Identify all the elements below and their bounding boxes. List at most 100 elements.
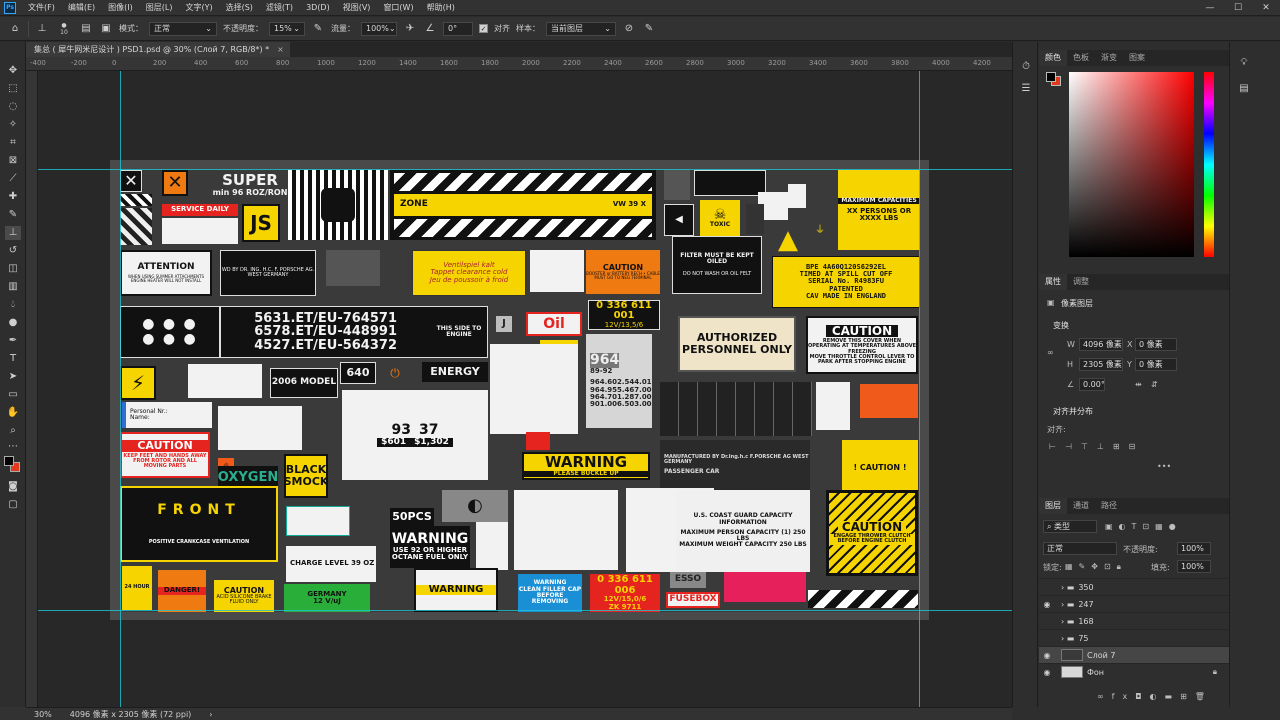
eyedropper-tool-icon[interactable]: ⟋ <box>5 172 21 186</box>
close-tab-icon[interactable]: × <box>277 45 284 54</box>
fill-input[interactable]: 100% <box>1177 560 1211 573</box>
link-icon[interactable]: ∞ <box>1047 348 1054 357</box>
path-select-tool-icon[interactable]: ➤ <box>5 370 21 384</box>
lasso-tool-icon[interactable]: ◌ <box>5 100 21 114</box>
gradient-tool-icon[interactable]: ▥ <box>5 280 21 294</box>
brush-tool-icon[interactable]: ✎ <box>5 208 21 222</box>
tab-color[interactable]: 颜色 <box>1039 50 1067 66</box>
menu-file[interactable]: 文件(F) <box>22 0 62 16</box>
healing-brush-tool-icon[interactable]: ✚ <box>5 190 21 204</box>
lock-icons[interactable]: ▦✎✥⊡🔒︎ <box>1065 562 1127 572</box>
guide-horizontal-bottom[interactable] <box>38 610 1012 611</box>
lock-icon[interactable]: 🔒︎ <box>1213 667 1217 677</box>
canvas-area[interactable]: ✕ ✕ SUPER min 96 ROZ/RON SERVICE DAILY J… <box>38 71 1012 707</box>
libraries-icon[interactable]: ▤ <box>1236 82 1252 96</box>
document-canvas[interactable]: ✕ ✕ SUPER min 96 ROZ/RON SERVICE DAILY J… <box>110 160 929 620</box>
layer-footer-icons[interactable]: ∞fx◘◐▬⊞🗑︎ <box>1097 692 1213 701</box>
zoom-tool-icon[interactable]: ⌕ <box>5 424 21 438</box>
zoom-level[interactable]: 30% <box>34 710 52 719</box>
horizontal-ruler[interactable]: -400 -200 0 200 400 600 800 1000 1200 1400 1600 180… <box>26 57 1023 71</box>
maximize-button[interactable]: ☐ <box>1224 0 1252 16</box>
eye-icon[interactable]: ◉ <box>1039 600 1055 609</box>
shape-tool-icon[interactable]: ▭ <box>5 388 21 402</box>
eraser-tool-icon[interactable]: ◫ <box>5 262 21 276</box>
flip-vertical-icon[interactable]: ⇵ <box>1151 380 1158 389</box>
mode-select[interactable]: 正常 ⌄ <box>149 21 217 36</box>
move-tool-icon[interactable]: ✥ <box>5 64 21 78</box>
hand-tool-icon[interactable]: ✋ <box>5 406 21 420</box>
guide-vertical-right[interactable] <box>919 71 920 707</box>
angle-input[interactable]: 0° <box>443 21 473 36</box>
layer-row-168[interactable]: › ▬ 168 <box>1039 612 1229 629</box>
layer-filter-select[interactable]: ⌕ 类型 <box>1043 520 1097 533</box>
crop-tool-icon[interactable]: ⌗ <box>5 136 21 150</box>
layer-filter-icons[interactable]: ▣◐T⊡▦● <box>1105 522 1182 531</box>
foreground-color-swatch[interactable] <box>4 456 14 466</box>
history-brush-tool-icon[interactable]: ↺ <box>5 244 21 258</box>
transform-section-title[interactable]: 变换 <box>1053 320 1069 331</box>
align-section-title[interactable]: 对齐并分布 <box>1053 406 1093 417</box>
color-picker-field[interactable] <box>1069 72 1194 257</box>
menu-layer[interactable]: 图层(L) <box>140 0 180 16</box>
height-field[interactable]: 2305 像素 <box>1079 358 1123 371</box>
blur-tool-icon[interactable]: 💧︎ <box>5 298 21 312</box>
eye-icon[interactable]: ◉ <box>1039 651 1055 660</box>
sample-select[interactable]: 当前图层 ⌄ <box>546 21 616 36</box>
close-window-button[interactable]: ✕ <box>1252 0 1280 16</box>
type-tool-icon[interactable]: T <box>5 352 21 366</box>
airbrush-icon[interactable]: ✈ <box>403 22 417 36</box>
minimize-button[interactable]: — <box>1196 0 1224 16</box>
tab-gradients[interactable]: 渐变 <box>1095 50 1123 66</box>
menu-3d[interactable]: 3D(D) <box>300 0 337 16</box>
opacity-input[interactable]: 15% ⌄ <box>269 21 305 36</box>
menu-edit[interactable]: 编辑(E) <box>62 0 102 16</box>
tab-properties[interactable]: 属性 <box>1039 274 1067 290</box>
flip-horizontal-icon[interactable]: ⇹ <box>1135 380 1142 389</box>
brush-settings-icon[interactable]: ▤ <box>79 22 93 36</box>
dodge-tool-icon[interactable]: ● <box>5 316 21 330</box>
align-checkbox[interactable]: ✓ <box>479 24 488 33</box>
menu-type[interactable]: 文字(Y) <box>179 0 219 16</box>
hue-slider[interactable] <box>1204 72 1214 257</box>
quick-select-tool-icon[interactable]: ✧ <box>5 118 21 132</box>
tab-paths[interactable]: 路径 <box>1095 498 1123 514</box>
menu-help[interactable]: 帮助(H) <box>421 0 462 16</box>
guide-vertical-left[interactable] <box>120 71 121 707</box>
flow-input[interactable]: 100% ⌄ <box>361 21 397 36</box>
screen-mode-icon[interactable]: ▢ <box>5 498 21 512</box>
history-panel-icon[interactable]: ⏱ <box>1018 60 1034 74</box>
marquee-tool-icon[interactable]: ⬚ <box>5 82 21 96</box>
libraries-panel-icon[interactable]: ☰ <box>1018 82 1034 96</box>
rotation-field[interactable]: 0.00° <box>1079 378 1105 391</box>
pressure-size-icon[interactable]: ✎ <box>642 22 656 36</box>
eye-icon[interactable]: ◉ <box>1039 668 1055 677</box>
pen-tool-icon[interactable]: ✒ <box>5 334 21 348</box>
panel-foreground-swatch[interactable] <box>1046 72 1056 82</box>
tab-swatches[interactable]: 色板 <box>1067 50 1095 66</box>
status-arrow[interactable]: › <box>209 710 212 719</box>
menu-select[interactable]: 选择(S) <box>220 0 260 16</box>
layer-row-sloy-7[interactable]: ◉ Слой 7 <box>1039 646 1229 663</box>
layer-row-350[interactable]: › ▬ 350 <box>1039 578 1229 595</box>
quick-mask-icon[interactable]: ◙ <box>5 480 21 494</box>
x-field[interactable]: 0 像素 <box>1135 338 1177 351</box>
tab-channels[interactable]: 通道 <box>1067 498 1095 514</box>
width-field[interactable]: 4096 像素 <box>1079 338 1123 351</box>
home-icon[interactable]: ⌂ <box>8 22 22 36</box>
tab-layers[interactable]: 图层 <box>1039 498 1067 514</box>
frame-tool-icon[interactable]: ⊠ <box>5 154 21 168</box>
layer-row-75[interactable]: › ▬ 75 <box>1039 629 1229 646</box>
layer-opacity-input[interactable]: 100% <box>1177 542 1211 555</box>
more-options-icon[interactable]: ••• <box>1157 462 1171 471</box>
layer-row-247[interactable]: ◉ › ▬ 247 <box>1039 595 1229 612</box>
learn-panel-icon[interactable]: 💡︎ <box>1236 56 1252 70</box>
vertical-ruler[interactable] <box>26 71 38 707</box>
document-tab[interactable]: 集总 ( 犀牛网米尼设计 ) PSD1.psd @ 30% (Слой 7, R… <box>26 42 290 57</box>
more-tools-icon[interactable]: ⋯ <box>5 440 21 454</box>
menu-filter[interactable]: 滤镜(T) <box>260 0 300 16</box>
layer-row-fon[interactable]: ◉ Фон 🔒︎ <box>1039 663 1229 680</box>
clone-source-icon[interactable]: ▣ <box>99 22 113 36</box>
brush-preset-picker[interactable]: ● 10 <box>55 22 73 36</box>
tab-patterns[interactable]: 图案 <box>1123 50 1151 66</box>
ignore-adjustment-icon[interactable]: ⊘ <box>622 22 636 36</box>
